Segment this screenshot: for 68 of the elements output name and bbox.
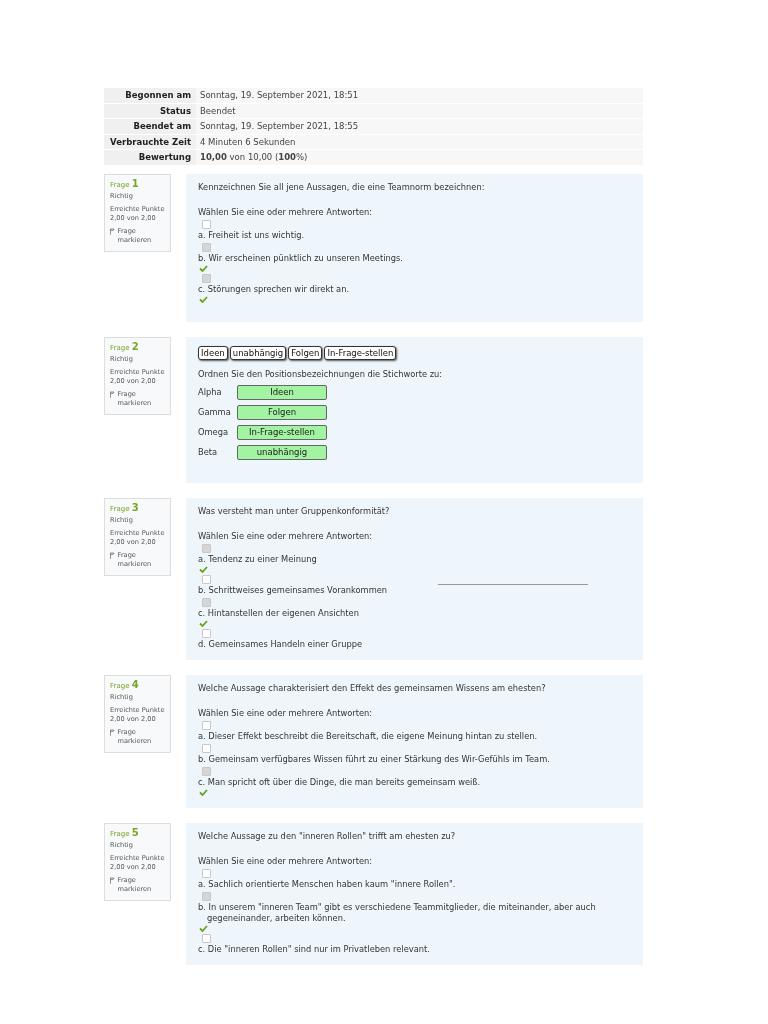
drag-token[interactable]: unabhängig — [229, 345, 287, 360]
checkbox[interactable] — [202, 574, 211, 584]
answer-option: c. Störungen sprechen wir direkt an. — [198, 283, 631, 295]
answer-option: c. Hintanstellen der eigenen Ansichten — [198, 607, 631, 619]
answer-option: b. In unserem "inneren Team" gibt es verschiedene Teammitglieder, die miteinander, aber auch gegeneinander, arbeiten können. — [198, 901, 631, 924]
summary-value: Sonntag, 19. September 2021, 18:51 — [196, 88, 643, 103]
answer-option: d. Gemeinsames Handeln einer Gruppe — [198, 638, 631, 650]
drag-token[interactable]: Ideen — [198, 345, 228, 360]
summary-label: Verbrauchte Zeit — [104, 134, 196, 150]
summary-value: 10,00 von 10,00 (100%) — [196, 150, 643, 165]
instruction-text: Wählen Sie eine oder mehrere Antworten: — [198, 530, 374, 542]
instruction-text: Wählen Sie eine oder mehrere Antworten: — [198, 707, 374, 719]
checkbox[interactable] — [202, 891, 211, 901]
checkbox[interactable] — [202, 868, 211, 878]
instruction-text: Wählen Sie eine oder mehrere Antworten: — [198, 206, 374, 218]
checkbox[interactable] — [202, 766, 211, 776]
answer-option: b. Gemeinsam verfügbares Wissen führt zu einer Stärkung des Wir-Gefühls im Team. — [198, 753, 631, 765]
checkmark-icon — [199, 619, 208, 627]
summary-label: Status — [104, 103, 196, 119]
question-text: Kennzeichnen Sie all jene Aussagen, die eine Teamnorm bezeichnen: — [198, 181, 486, 193]
position-label: Alpha — [198, 386, 223, 398]
position-label: Omega — [198, 426, 230, 438]
summary-value: 4 Minuten 6 Sekunden — [196, 134, 643, 150]
drag-token[interactable]: Folgen — [288, 345, 323, 360]
checkbox[interactable] — [202, 219, 211, 229]
checkbox[interactable] — [202, 743, 211, 753]
checkbox[interactable] — [202, 273, 211, 283]
drop-zone[interactable]: Folgen — [237, 404, 327, 420]
answer-option: c. Die "inneren Rollen" sind nur im Privatleben relevant. — [198, 943, 631, 955]
checkmark-icon — [199, 788, 208, 796]
question-text: Was versteht man unter Gruppenkonformität? — [198, 505, 391, 517]
checkbox[interactable] — [202, 543, 211, 553]
answer-option: b. Schrittweises gemeinsames Vorankommen — [198, 584, 631, 596]
drag-token[interactable]: In-Frage-stellen — [324, 345, 397, 360]
checkmark-icon — [199, 565, 208, 573]
checkmark-icon — [199, 924, 208, 932]
drop-zone[interactable]: unabhängig — [237, 444, 327, 460]
checkbox[interactable] — [202, 933, 211, 943]
answer-option: b. Wir erscheinen pünktlich zu unseren Meetings. — [198, 252, 631, 264]
checkbox[interactable] — [202, 597, 211, 607]
checkbox[interactable] — [202, 628, 211, 638]
position-label: Beta — [198, 446, 219, 458]
instruction-text: Wählen Sie eine oder mehrere Antworten: — [198, 855, 374, 867]
answer-option: c. Man spricht oft über die Dinge, die man bereits gemeinsam weiß. — [198, 776, 631, 788]
checkbox[interactable] — [202, 242, 211, 252]
checkbox[interactable] — [202, 720, 211, 730]
summary-value: Sonntag, 19. September 2021, 18:55 — [196, 119, 643, 134]
flag-icon[interactable] — [110, 728, 115, 736]
summary-label: Bewertung — [104, 150, 196, 165]
position-label: Gamma — [198, 406, 232, 418]
answer-option: a. Tendenz zu einer Meinung — [198, 553, 631, 565]
summary-value: Beendet — [196, 103, 643, 119]
flag-icon[interactable] — [110, 876, 115, 884]
checkmark-icon — [199, 264, 208, 272]
summary-label: Beendet am — [104, 119, 196, 134]
answer-option: a. Freiheit ist uns wichtig. — [198, 229, 631, 241]
answer-option: a. Dieser Effekt beschreibt die Bereitschaft, die eigene Meinung hintan zu stellen. — [198, 730, 631, 742]
question-text: Welche Aussage zu den "inneren Rollen" trifft am ehesten zu? — [198, 830, 457, 842]
checkmark-icon — [199, 295, 208, 303]
question-text: Ordnen Sie den Positionsbezeichnungen die Stichworte zu: — [198, 368, 444, 380]
flag-icon[interactable] — [110, 227, 115, 235]
answer-option: a. Sachlich orientierte Menschen haben kaum "innere Rollen". — [198, 878, 631, 890]
question-text: Welche Aussage charakterisiert den Effekt des gemeinsamen Wissens am ehesten? — [198, 682, 547, 694]
flag-icon[interactable] — [110, 390, 115, 398]
drop-zone[interactable]: In-Frage-stellen — [237, 424, 327, 440]
drop-zone[interactable]: Ideen — [237, 384, 327, 400]
summary-label: Begonnen am — [104, 88, 196, 103]
flag-icon[interactable] — [110, 551, 115, 559]
